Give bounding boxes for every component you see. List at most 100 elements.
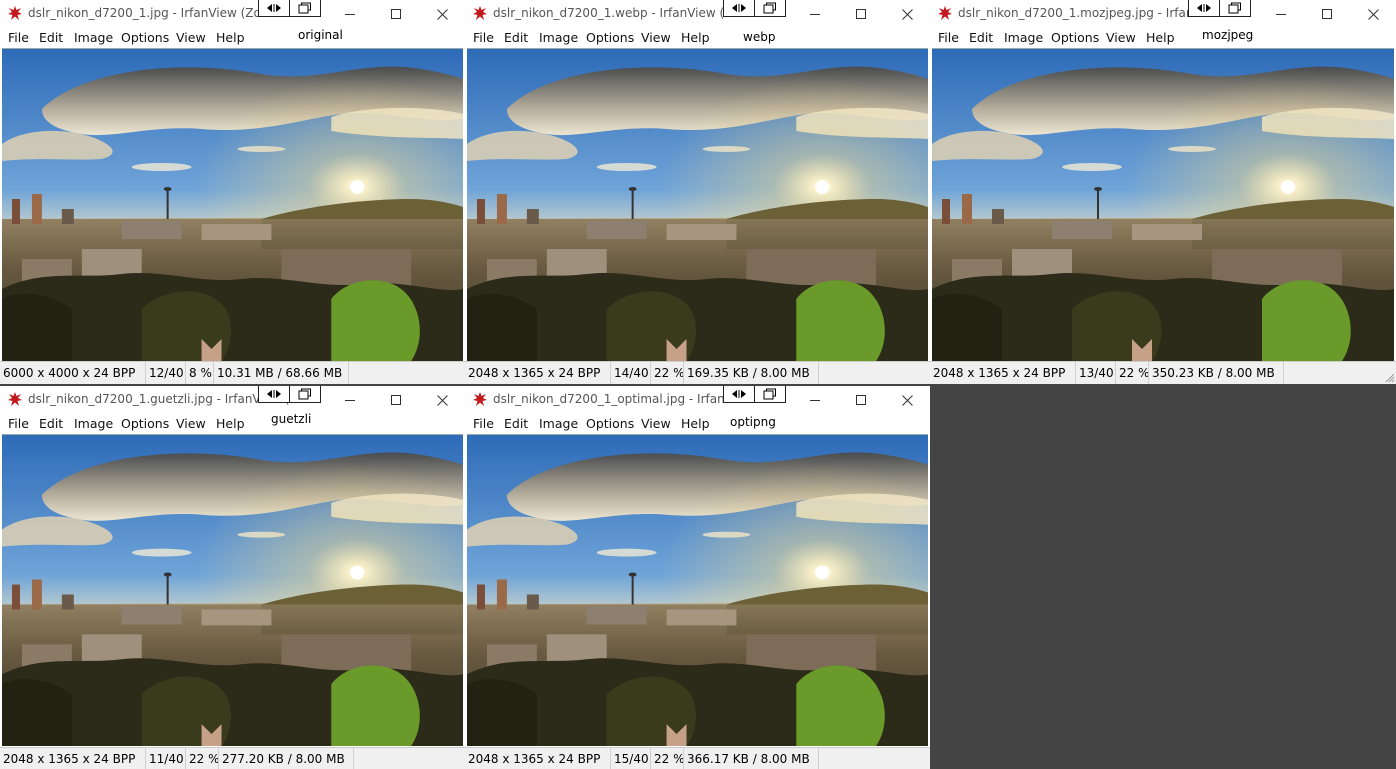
- menu-image[interactable]: Image: [539, 416, 578, 431]
- menu-options[interactable]: Options: [1051, 30, 1099, 45]
- menu-help[interactable]: Help: [216, 416, 245, 431]
- menu-options[interactable]: Options: [121, 416, 169, 431]
- irfan-toolbox[interactable]: [723, 0, 786, 17]
- irfanview-window-original[interactable]: dslr_nikon_d7200_1.jpg - IrfanView (Zoom…: [0, 0, 465, 384]
- minimize-icon: [1276, 14, 1286, 15]
- status-dimensions: 2048 x 1365 x 24 BPP: [3, 752, 136, 766]
- format-label: original: [298, 28, 343, 42]
- status-zoom: 8 %: [185, 362, 213, 384]
- menu-image[interactable]: Image: [1004, 30, 1043, 45]
- close-button[interactable]: [1350, 0, 1396, 28]
- status-zoom: 22 %: [650, 362, 685, 384]
- status-filesize: 10.31 MB / 68.66 MB: [213, 362, 348, 384]
- menu-file[interactable]: File: [8, 416, 29, 431]
- irfanview-window-webp[interactable]: dslr_nikon_d7200_1.webp - IrfanView (Zoo…: [465, 0, 930, 384]
- menu-bar: File Edit Image Options View Help: [465, 414, 930, 434]
- image-view[interactable]: [2, 48, 463, 361]
- close-button[interactable]: [419, 0, 465, 28]
- irfan-toolbox[interactable]: [258, 0, 321, 17]
- status-empty: [818, 362, 930, 384]
- status-empty: [348, 362, 465, 384]
- menu-edit[interactable]: Edit: [504, 30, 528, 45]
- menu-options[interactable]: Options: [586, 416, 634, 431]
- image-view[interactable]: [467, 434, 928, 746]
- maximize-icon: [391, 395, 401, 405]
- menu-options[interactable]: Options: [121, 30, 169, 45]
- restore-window-icon[interactable]: [754, 0, 785, 16]
- menu-edit[interactable]: Edit: [39, 30, 63, 45]
- maximize-button[interactable]: [1304, 0, 1350, 28]
- status-index: 12/40: [145, 362, 185, 384]
- minimize-button[interactable]: [1258, 0, 1304, 28]
- title-bar[interactable]: dslr_nikon_d7200_1.guetzli.jpg - IrfanVi…: [0, 386, 465, 414]
- prev-next-arrows-icon[interactable]: [724, 386, 754, 402]
- maximize-button[interactable]: [838, 386, 884, 414]
- irfanview-window-guetzli[interactable]: dslr_nikon_d7200_1.guetzli.jpg - IrfanVi…: [0, 386, 465, 769]
- maximize-icon: [856, 395, 866, 405]
- menu-options[interactable]: Options: [586, 30, 634, 45]
- menu-file[interactable]: File: [473, 416, 494, 431]
- prev-next-arrows-icon[interactable]: [259, 0, 289, 16]
- maximize-button[interactable]: [373, 0, 419, 28]
- close-button[interactable]: [884, 386, 930, 414]
- menu-image[interactable]: Image: [539, 30, 578, 45]
- menu-bar: File Edit Image Options View Help: [0, 414, 465, 434]
- close-button[interactable]: [419, 386, 465, 414]
- menu-view[interactable]: View: [176, 416, 206, 431]
- menu-help[interactable]: Help: [681, 416, 710, 431]
- menu-view[interactable]: View: [1106, 30, 1136, 45]
- restore-window-icon[interactable]: [754, 386, 785, 402]
- status-bar: 2048 x 1365 x 24 BPP 13/40 22 % 350.23 K…: [930, 361, 1396, 384]
- restore-window-icon[interactable]: [289, 386, 320, 402]
- minimize-button[interactable]: [792, 386, 838, 414]
- maximize-button[interactable]: [838, 0, 884, 28]
- close-button[interactable]: [884, 0, 930, 28]
- maximize-icon: [1322, 9, 1332, 19]
- title-bar[interactable]: dslr_nikon_d7200_1.webp - IrfanView (Zoo…: [465, 0, 930, 28]
- format-label: webp: [743, 30, 776, 44]
- status-zoom: 22 %: [650, 748, 685, 769]
- menu-edit[interactable]: Edit: [39, 416, 63, 431]
- restore-window-icon[interactable]: [1219, 0, 1250, 16]
- menu-help[interactable]: Help: [216, 30, 245, 45]
- irfan-toolbox[interactable]: [723, 386, 786, 403]
- seattle-sunset-photo: [2, 435, 463, 746]
- minimize-button[interactable]: [327, 386, 373, 414]
- prev-next-arrows-icon[interactable]: [1189, 0, 1219, 16]
- title-bar[interactable]: dslr_nikon_d7200_1.mozjpeg.jpg - IrfanVi…: [930, 0, 1396, 28]
- prev-next-arrows-icon[interactable]: [724, 0, 754, 16]
- minimize-button[interactable]: [327, 0, 373, 28]
- menu-edit[interactable]: Edit: [969, 30, 993, 45]
- menu-view[interactable]: View: [176, 30, 206, 45]
- title-bar[interactable]: dslr_nikon_d7200_1.jpg - IrfanView (Zoom…: [0, 0, 465, 28]
- menu-view[interactable]: View: [641, 30, 671, 45]
- title-bar[interactable]: dslr_nikon_d7200_1_optimal.jpg - IrfanVi…: [465, 386, 930, 414]
- menu-help[interactable]: Help: [1146, 30, 1175, 45]
- prev-next-arrows-icon[interactable]: [259, 386, 289, 402]
- status-empty: [1283, 362, 1396, 384]
- resize-grip-icon[interactable]: [1385, 373, 1395, 383]
- menu-file[interactable]: File: [473, 30, 494, 45]
- minimize-button[interactable]: [792, 0, 838, 28]
- close-icon: [901, 394, 913, 406]
- image-view[interactable]: [932, 48, 1394, 361]
- menu-edit[interactable]: Edit: [504, 416, 528, 431]
- irfanview-red-splat-icon: [938, 6, 952, 20]
- menu-image[interactable]: Image: [74, 416, 113, 431]
- menu-image[interactable]: Image: [74, 30, 113, 45]
- seattle-sunset-photo: [932, 49, 1394, 361]
- irfanview-window-mozjpeg[interactable]: dslr_nikon_d7200_1.mozjpeg.jpg - IrfanVi…: [930, 0, 1396, 384]
- restore-window-icon[interactable]: [289, 0, 320, 16]
- irfan-toolbox[interactable]: [258, 386, 321, 403]
- irfan-toolbox[interactable]: [1188, 0, 1251, 17]
- menu-file[interactable]: File: [8, 30, 29, 45]
- maximize-icon: [391, 9, 401, 19]
- menu-file[interactable]: File: [938, 30, 959, 45]
- irfanview-window-optipng[interactable]: dslr_nikon_d7200_1_optimal.jpg - IrfanVi…: [465, 386, 930, 769]
- maximize-button[interactable]: [373, 386, 419, 414]
- menu-help[interactable]: Help: [681, 30, 710, 45]
- image-view[interactable]: [467, 48, 928, 361]
- image-view[interactable]: [2, 434, 463, 746]
- menu-view[interactable]: View: [641, 416, 671, 431]
- irfanview-red-splat-icon: [473, 392, 487, 406]
